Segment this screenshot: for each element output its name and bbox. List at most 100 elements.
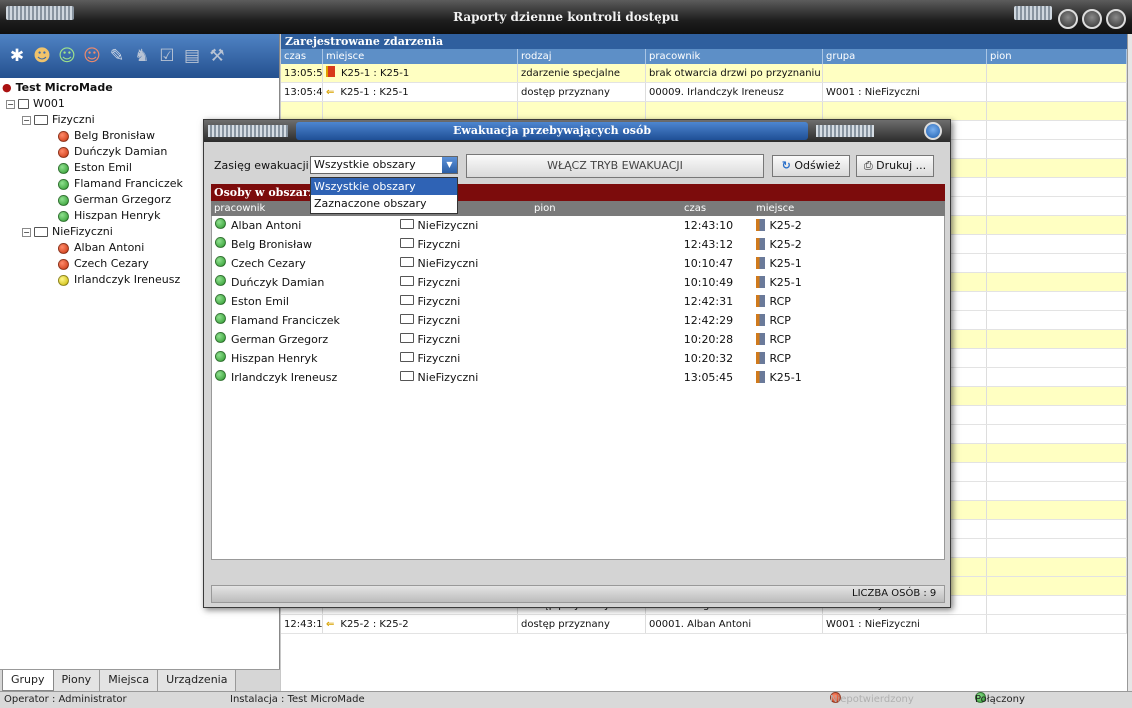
clipboard-icon[interactable]: ▤: [181, 45, 203, 67]
folder-icon: [399, 352, 414, 362]
folder-icon: [399, 276, 414, 286]
tree-label: Eston Emil: [74, 161, 132, 174]
tree-root[interactable]: ● Test MicroMade: [2, 80, 279, 96]
column-header[interactable]: miejsce: [323, 49, 518, 64]
person-name: Flamand Franciczek: [231, 314, 340, 327]
person-group: Fizyczni: [417, 333, 461, 346]
expand-icon[interactable]: −: [22, 227, 31, 237]
cell-grupa: W001 : NieFizyczni: [823, 83, 987, 101]
door-icon: [755, 371, 765, 383]
tree-node[interactable]: − W001: [2, 96, 279, 112]
door-icon: [755, 295, 765, 307]
column-header[interactable]: pracownik: [646, 49, 823, 64]
person-walk-icon[interactable]: ♞: [131, 45, 153, 67]
tab-miejsca[interactable]: Miejsca: [100, 670, 159, 691]
list-item[interactable]: Hiszpan Henryk Fizyczni 10:20:32 RCP: [212, 349, 944, 368]
close-button[interactable]: [1106, 9, 1126, 29]
cell-czas: 13:05:45: [281, 83, 323, 101]
cell-place: RCP: [753, 330, 944, 349]
list-item[interactable]: Irlandczyk Ireneusz NieFizyczni 13:05:45 K2…: [212, 368, 944, 387]
door-icon: [755, 276, 765, 288]
tools-icon[interactable]: ⚒: [206, 45, 228, 67]
column-header[interactable]: czas: [681, 201, 753, 216]
print-button[interactable]: ⎙ Drukuj ...: [856, 155, 934, 177]
table-row[interactable]: 12:43:10⇐ K25-2 : K25-2 dostęp przyznany00…: [281, 615, 1127, 634]
list-item[interactable]: Czech Cezary NieFizyczni 10:10:47 K25-1: [212, 254, 944, 273]
cell-name: Duńczyk Damian: [212, 273, 382, 292]
dialog-title: Ewakuacja przebywających osób: [296, 122, 808, 140]
list-item[interactable]: Eston Emil Fizyczni 12:42:31 RCP: [212, 292, 944, 311]
cell-pion: [531, 368, 681, 387]
tab-piony[interactable]: Piony: [53, 670, 101, 691]
list-item[interactable]: Duńczyk Damian Fizyczni 10:10:49 K25-1: [212, 273, 944, 292]
table-row[interactable]: 13:05:45⇐ K25-1 : K25-1 dostęp przyznany00…: [281, 83, 1127, 102]
tab-urządzenia[interactable]: Urządzenia: [158, 670, 237, 691]
cell-pion: [987, 596, 1127, 614]
person-name: Czech Cezary: [231, 257, 306, 270]
refresh-button[interactable]: ↻ Odśwież: [772, 155, 850, 177]
column-header[interactable]: pion: [531, 201, 681, 216]
door-icon: [755, 238, 765, 250]
present-dot-icon: [215, 370, 226, 381]
column-header[interactable]: miejsce: [753, 201, 945, 216]
column-header[interactable]: pion: [987, 49, 1127, 64]
cell-name: Alban Antoni: [212, 216, 382, 235]
list-item[interactable]: Flamand Franciczek Fizyczni 12:42:29 RCP: [212, 311, 944, 330]
people-count: LICZBA OSÓB : 9: [852, 588, 937, 599]
user-green-icon[interactable]: ☺: [56, 45, 78, 67]
cell-pion: [531, 254, 681, 273]
dialog-close-button[interactable]: [924, 122, 942, 140]
person-place: K25-2: [769, 219, 802, 232]
cell-place: K25-2: [753, 216, 944, 235]
alert-flag-icon: [326, 66, 335, 77]
door-icon: [755, 314, 765, 326]
evacuation-mode-button[interactable]: WŁĄCZ TRYB EWAKUACJI: [466, 154, 764, 178]
scope-select[interactable]: Wszystkie obszary ▼: [310, 156, 458, 174]
list-item[interactable]: Belg Bronisław Fizyczni 12:43:12 K25-2: [212, 235, 944, 254]
tab-grupy[interactable]: Grupy: [2, 670, 54, 691]
checklist-icon[interactable]: ☑: [156, 45, 178, 67]
present-dot-icon: [215, 275, 226, 286]
scope-option[interactable]: Wszystkie obszary: [311, 178, 457, 195]
cell-place: RCP: [753, 311, 944, 330]
cell-group: Fizyczni: [382, 292, 532, 311]
cell-rodzaj: dostęp przyznany: [518, 615, 646, 633]
column-header[interactable]: rodzaj: [518, 49, 646, 64]
tree-label: W001: [33, 97, 65, 110]
person-place: K25-1: [769, 371, 802, 384]
folder-icon: [399, 219, 414, 229]
folder-icon: [399, 257, 414, 267]
present-dot-icon: [215, 313, 226, 324]
cell-place: RCP: [753, 292, 944, 311]
folder-icon: [34, 227, 48, 237]
minimize-button[interactable]: [1058, 9, 1078, 29]
cell-time: 12:43:10: [683, 219, 734, 232]
cell-pion: [531, 273, 681, 292]
cell-time: 10:20:32: [683, 352, 734, 365]
cell-group: NieFizyczni: [382, 254, 532, 273]
group-users-icon[interactable]: ☻: [31, 45, 53, 67]
card-reader-icon[interactable]: ✎: [106, 45, 128, 67]
list-item[interactable]: Alban Antoni NieFizyczni 12:43:10 K25-2: [212, 216, 944, 235]
person-name: German Grzegorz: [231, 333, 329, 346]
scope-option[interactable]: Zaznaczone obszary: [311, 195, 457, 212]
settings-icon[interactable]: ✱: [6, 45, 28, 67]
table-row[interactable]: 13:05:50 K25-1 : K25-1 zdarzenie specjalne…: [281, 64, 1127, 83]
column-header[interactable]: czas: [281, 49, 323, 64]
chevron-down-icon[interactable]: ▼: [442, 157, 457, 173]
expand-icon[interactable]: −: [22, 115, 31, 125]
list-item[interactable]: German Grzegorz Fizyczni 10:20:28 RCP: [212, 330, 944, 349]
refresh-icon: ↻: [781, 159, 791, 172]
user-red-icon[interactable]: ☺: [81, 45, 103, 67]
door-icon: [755, 257, 765, 269]
column-header[interactable]: grupa: [823, 49, 987, 64]
vertical-scrollbar[interactable]: [1127, 34, 1132, 691]
status-install: Instalacja : Test MicroMade: [230, 694, 365, 705]
maximize-button[interactable]: [1082, 9, 1102, 29]
expand-icon[interactable]: −: [6, 99, 15, 109]
printer-icon: ⎙: [863, 159, 873, 172]
tree-root-label: Test MicroMade: [15, 81, 113, 94]
cell-group: Fizyczni: [382, 311, 532, 330]
events-header: czas miejsce rodzaj pracownik grupa pion: [281, 49, 1127, 64]
door-icon: [755, 352, 765, 364]
